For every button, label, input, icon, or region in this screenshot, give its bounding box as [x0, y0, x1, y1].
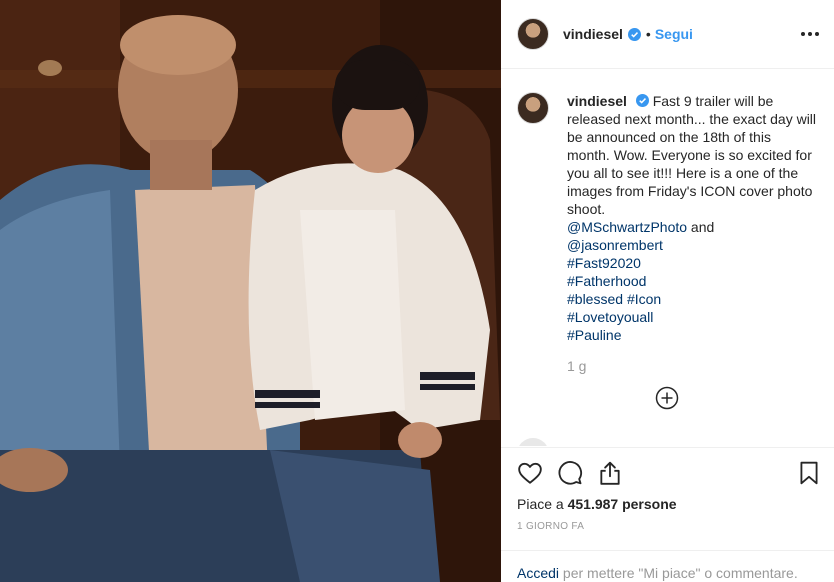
login-link[interactable]: Accedi — [517, 565, 559, 581]
post-photo — [0, 0, 501, 582]
next-comment-preview — [517, 438, 817, 446]
caption-row: vindiesel Fast 9 trailer will be release… — [517, 92, 818, 344]
hashtag-link[interactable]: #blessed — [567, 291, 623, 307]
login-prompt-text: per mettere "Mi piace" o commentare. — [559, 565, 798, 581]
hashtag-link[interactable]: #Lovetoyouall — [567, 308, 817, 326]
caption-age: 1 g — [567, 358, 587, 374]
load-more-comments-icon[interactable] — [655, 386, 679, 410]
action-icons — [517, 460, 623, 486]
verified-badge-icon — [635, 94, 649, 107]
hashtag-link[interactable]: #Fatherhood — [567, 272, 817, 290]
avatar[interactable] — [517, 18, 549, 50]
comments-area[interactable]: vindiesel Fast 9 trailer will be release… — [501, 70, 834, 446]
comment-icon[interactable] — [557, 460, 583, 486]
hashtag-link[interactable]: #Pauline — [567, 326, 817, 344]
avatar — [517, 438, 549, 446]
heart-icon[interactable] — [517, 460, 543, 486]
post-actions: Piace a 451.987 persone 1 GIORNO FA Acce… — [501, 447, 834, 582]
post-side-panel: vindiesel • Segui vindiesel Fast 9 trail… — [501, 0, 834, 582]
caption-text: vindiesel Fast 9 trailer will be release… — [567, 92, 817, 344]
bookmark-icon[interactable] — [796, 460, 822, 486]
photo-illustration — [0, 0, 501, 582]
mention-link[interactable]: @MSchwartzPhoto — [567, 219, 687, 235]
share-icon[interactable] — [597, 460, 623, 486]
follow-button[interactable]: Segui — [655, 26, 693, 42]
username-link[interactable]: vindiesel — [563, 26, 623, 42]
verified-badge-icon — [627, 27, 641, 41]
post-date: 1 GIORNO FA — [517, 521, 585, 532]
more-options-icon[interactable] — [800, 24, 820, 44]
mention-link[interactable]: @jasonrembert — [567, 236, 817, 254]
likes-link[interactable]: 451.987 persone — [568, 496, 677, 512]
likes-count: Piace a 451.987 persone — [517, 496, 677, 512]
hashtag-link[interactable]: #Icon — [627, 291, 661, 307]
separator-dot: • — [645, 26, 651, 42]
likes-prefix: Piace a — [517, 496, 568, 512]
login-prompt: Accedi per mettere "Mi piace" o commenta… — [501, 550, 834, 582]
caption-conjunction: and — [687, 219, 715, 235]
caption-username[interactable]: vindiesel — [567, 93, 627, 109]
hashtag-link[interactable]: #Fast92020 — [567, 254, 817, 272]
caption-body: Fast 9 trailer will be released next mon… — [567, 93, 817, 217]
avatar[interactable] — [517, 92, 549, 124]
post-header: vindiesel • Segui — [501, 0, 834, 69]
